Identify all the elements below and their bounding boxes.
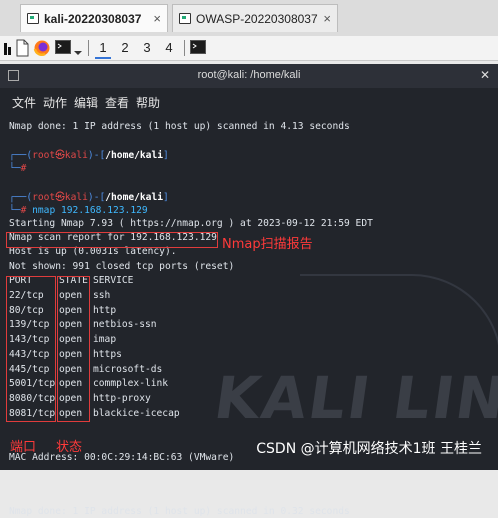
csdn-watermark: CSDN @计算机网络技术1班 王桂兰 [256, 441, 482, 457]
output-line: MAC Address: 00:0C:29:14:BC:63 (VMware) [9, 452, 235, 463]
dropdown-icon[interactable] [74, 44, 82, 55]
menu-action[interactable]: 动作 [43, 94, 67, 111]
close-icon[interactable]: × [153, 11, 161, 26]
output-line: Not shown: 991 closed tcp ports (reset) [9, 261, 235, 272]
vm-tab-label: kali-20220308037 [44, 11, 142, 26]
kali-top-panel: 1 2 3 4 [0, 36, 498, 61]
panel-separator [184, 40, 185, 56]
prompt-line: ┌──(root㉿kali)-[/home/kali] [9, 150, 169, 161]
port-row-service: netbios-ssn [93, 319, 157, 331]
vm-icon [27, 13, 39, 24]
kali-watermark-dragon [300, 274, 498, 366]
port-row-service: blackice-icecap [93, 407, 180, 419]
state-highlight-box [57, 276, 90, 422]
vm-icon [179, 13, 191, 24]
menu-view[interactable]: 查看 [105, 94, 129, 111]
service-header: SERVICE [93, 275, 134, 286]
workspace-3[interactable]: 3 [139, 39, 155, 57]
dragon-menu-icon[interactable] [4, 42, 12, 55]
port-row-service: http-proxy [93, 392, 151, 404]
terminal-menubar: 文件 动作 编辑 查看 帮助 [0, 92, 498, 112]
menu-help[interactable]: 帮助 [136, 94, 160, 111]
vm-tab-owasp[interactable]: OWASP-20220308037 × [172, 4, 338, 32]
files-icon[interactable] [15, 39, 31, 57]
terminal-task-icon[interactable] [190, 39, 206, 57]
close-icon[interactable]: × [323, 11, 331, 26]
workspace-1[interactable]: 1 [95, 39, 111, 59]
firefox-icon[interactable] [33, 39, 51, 57]
report-highlight-box [6, 232, 218, 248]
vm-tab-bar: kali-20220308037 × OWASP-20220308037 × [0, 0, 498, 36]
port-row-service: https [93, 348, 122, 360]
vm-tab-label: OWASP-20220308037 [196, 11, 318, 26]
port-row-service: microsoft-ds [93, 363, 163, 375]
port-row-service: commplex-link [93, 378, 169, 390]
terminal-icon[interactable] [55, 39, 71, 57]
output-line: Nmap done: 1 IP address (1 host up) scan… [9, 506, 350, 517]
workspace-2[interactable]: 2 [117, 39, 133, 57]
close-window-icon[interactable]: ✕ [480, 68, 490, 82]
output-line: Nmap done: 1 IP address (1 host up) scan… [9, 121, 350, 132]
window-title: root@kali: /home/kali [197, 69, 301, 81]
command-line: └─# nmap 192.168.123.129 [9, 205, 148, 216]
prompt-hash-line: └─# [9, 163, 27, 174]
port-highlight-box [6, 276, 56, 422]
terminal-titlebar: root@kali: /home/kali ✕ [0, 64, 498, 88]
prompt-line: ┌──(root㉿kali)-[/home/kali] [9, 192, 169, 203]
workspace-4[interactable]: 4 [161, 39, 177, 57]
port-row-service: ssh [93, 290, 111, 301]
report-annotation: Nmap扫描报告 [222, 237, 313, 252]
kali-watermark: KALI LINU [210, 364, 498, 432]
menu-edit[interactable]: 编辑 [74, 94, 98, 111]
menu-file[interactable]: 文件 [12, 94, 36, 111]
port-row-service: http [93, 304, 117, 316]
panel-separator [88, 40, 89, 56]
vm-tab-kali[interactable]: kali-20220308037 × [20, 4, 168, 32]
port-row-service: imap [93, 334, 117, 346]
state-annotation: 状态 [56, 440, 83, 455]
port-annotation: 端口 [10, 440, 37, 455]
output-line: Starting Nmap 7.93 ( https://nmap.org ) … [9, 218, 373, 229]
